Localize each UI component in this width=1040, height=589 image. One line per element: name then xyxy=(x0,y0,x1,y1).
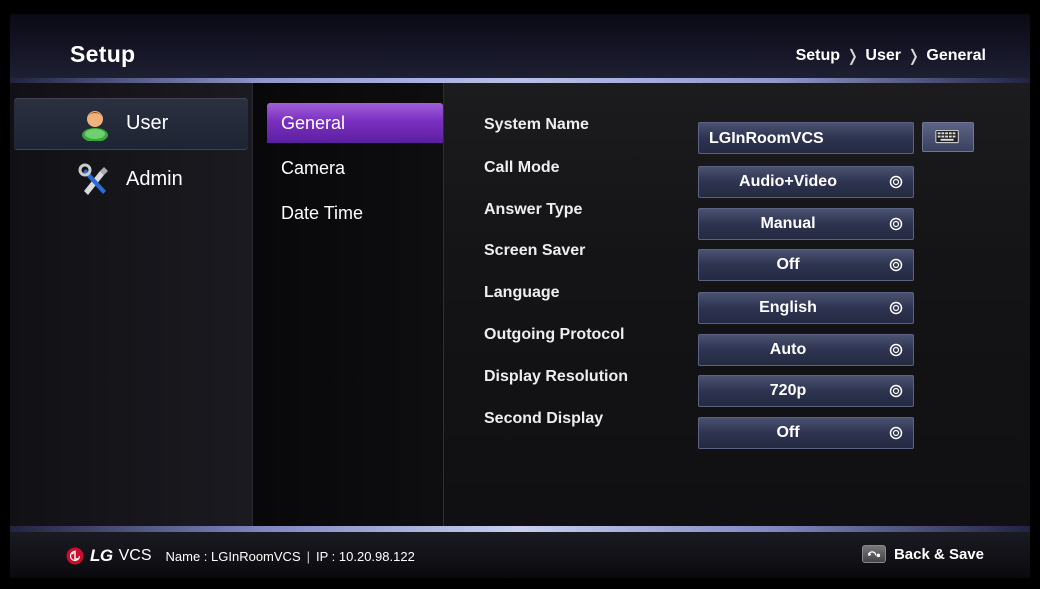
breadcrumb-item-setup: Setup xyxy=(795,47,841,64)
info-divider: | xyxy=(306,548,311,564)
user-icon xyxy=(82,111,108,141)
second-display-value: Off xyxy=(776,424,800,441)
breadcrumb-separator: ❭ xyxy=(846,48,860,65)
system-name-label: System Name xyxy=(484,116,589,133)
breadcrumb-item-general: General xyxy=(926,47,986,64)
submenu-item-camera[interactable]: Camera xyxy=(267,148,443,188)
call-mode-select[interactable]: Audio+Video xyxy=(698,166,914,198)
breadcrumb-item-user: User xyxy=(865,47,901,64)
header-bar: Setup Setup ❭ User ❭ General xyxy=(10,14,1030,80)
back-and-save-label: Back & Save xyxy=(893,545,984,563)
product-name: VCS xyxy=(118,547,152,564)
keyboard-button[interactable] xyxy=(922,122,974,152)
outgoing-protocol-select[interactable]: Auto xyxy=(698,334,914,366)
breadcrumb: Setup ❭ User ❭ General xyxy=(796,46,986,66)
menu-item-user[interactable]: User xyxy=(14,98,248,150)
back-remote-icon xyxy=(861,545,886,563)
system-name-value: LGInRoomVCS xyxy=(709,130,824,147)
system-name-input[interactable]: LGInRoomVCS xyxy=(698,122,914,154)
display-resolution-select[interactable]: 720p xyxy=(698,375,914,407)
page-title: Setup xyxy=(70,41,136,67)
brand-name: LG xyxy=(90,546,113,565)
select-circle-icon xyxy=(889,175,903,189)
screen-saver-value: Off xyxy=(776,256,800,273)
select-circle-icon xyxy=(889,384,903,398)
main-menu: User Admin xyxy=(10,83,252,526)
answer-type-select[interactable]: Manual xyxy=(698,208,914,240)
submenu-item-general[interactable]: General xyxy=(267,103,443,143)
screen-saver-select[interactable]: Off xyxy=(698,249,914,281)
call-mode-label: Call Mode xyxy=(484,159,560,176)
breadcrumb-separator: ❭ xyxy=(907,48,921,65)
submenu: General Camera Date Time xyxy=(252,83,443,526)
device-name-text: Name : LGInRoomVCS xyxy=(165,548,301,564)
menu-item-admin-label: Admin xyxy=(126,168,183,190)
submenu-item-general-label: General xyxy=(281,113,346,133)
submenu-item-date-time-label: Date Time xyxy=(281,203,364,223)
select-circle-icon xyxy=(889,343,903,357)
answer-type-value: Manual xyxy=(760,215,816,232)
device-info: LG VCS Name : LGInRoomVCS | IP : 10.20.9… xyxy=(66,546,415,566)
display-resolution-label: Display Resolution xyxy=(484,368,629,385)
ip-address-text: IP : 10.20.98.122 xyxy=(316,548,415,564)
tools-icon xyxy=(78,163,108,195)
menu-item-admin[interactable]: Admin xyxy=(14,155,248,205)
footer-bar: LG VCS Name : LGInRoomVCS | IP : 10.20.9… xyxy=(10,532,1030,578)
display-resolution-value: 720p xyxy=(769,382,807,399)
screen-saver-label: Screen Saver xyxy=(484,242,586,259)
second-display-select[interactable]: Off xyxy=(698,417,914,449)
select-circle-icon xyxy=(889,301,903,315)
select-circle-icon xyxy=(889,426,903,440)
call-mode-value: Audio+Video xyxy=(739,173,837,190)
second-display-label: Second Display xyxy=(484,410,604,427)
keyboard-icon xyxy=(935,130,959,144)
select-circle-icon xyxy=(889,217,903,231)
settings-panel: System Name LGInRoomVCS Call Mode Audio+… xyxy=(443,83,1030,526)
menu-item-user-label: User xyxy=(126,112,169,134)
outgoing-protocol-value: Auto xyxy=(769,341,807,358)
lg-logo-icon xyxy=(66,547,84,565)
submenu-item-camera-label: Camera xyxy=(281,158,346,178)
select-circle-icon xyxy=(889,258,903,272)
back-and-save-button[interactable]: Back & Save xyxy=(861,545,984,563)
answer-type-label: Answer Type xyxy=(484,201,583,218)
language-value: English xyxy=(759,299,817,316)
language-label: Language xyxy=(484,284,560,301)
app-window: Setup Setup ❭ User ❭ General User Admin … xyxy=(10,14,1030,578)
outgoing-protocol-label: Outgoing Protocol xyxy=(484,326,625,343)
submenu-item-date-time[interactable]: Date Time xyxy=(267,193,443,233)
language-select[interactable]: English xyxy=(698,292,914,324)
